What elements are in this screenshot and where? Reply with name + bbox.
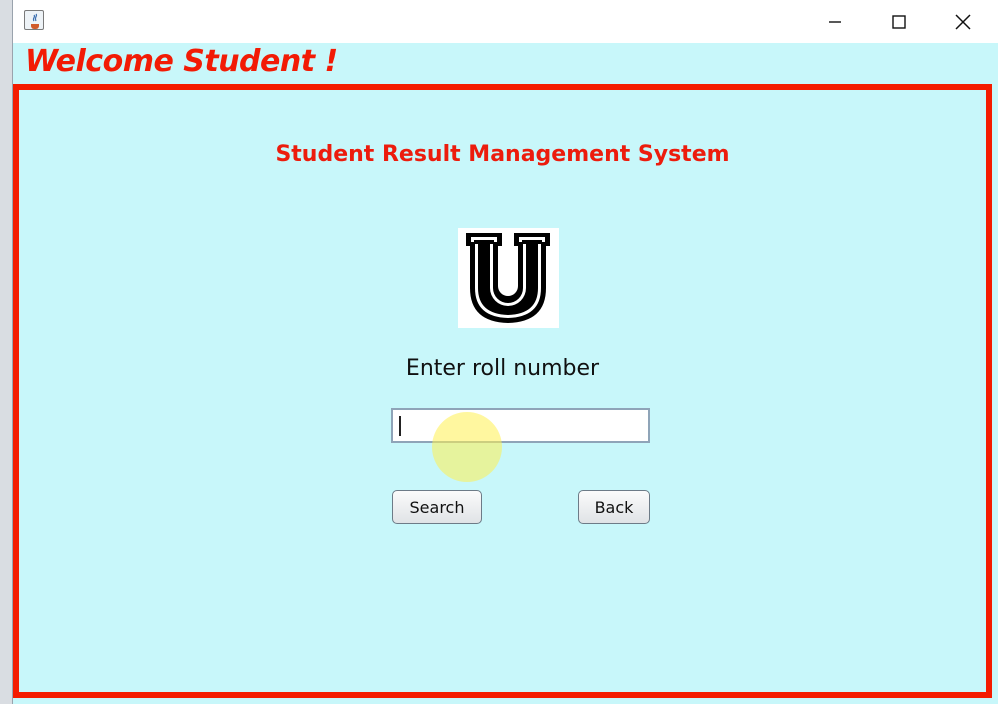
close-button[interactable] (931, 0, 995, 43)
text-caret (399, 416, 401, 436)
roll-number-label: Enter roll number (405, 356, 600, 381)
logo-letter: U (508, 287, 509, 289)
maximize-button[interactable] (867, 0, 931, 43)
minimize-button[interactable] (803, 0, 867, 43)
university-logo: U (458, 228, 559, 328)
title-bar[interactable] (13, 0, 998, 43)
maximize-icon (892, 14, 906, 29)
welcome-heading: Welcome Student ! (25, 44, 338, 79)
main-panel: Student Result Management System U Enter… (13, 84, 992, 698)
app-window: Welcome Student ! Student Result Managem… (12, 0, 998, 704)
search-button[interactable]: Search (392, 490, 482, 524)
system-title: Student Result Management System (275, 142, 730, 167)
close-icon (955, 13, 971, 30)
back-button[interactable]: Back (578, 490, 650, 524)
minimize-icon (829, 20, 841, 23)
java-app-icon (24, 10, 44, 30)
roll-number-input[interactable] (391, 408, 650, 443)
